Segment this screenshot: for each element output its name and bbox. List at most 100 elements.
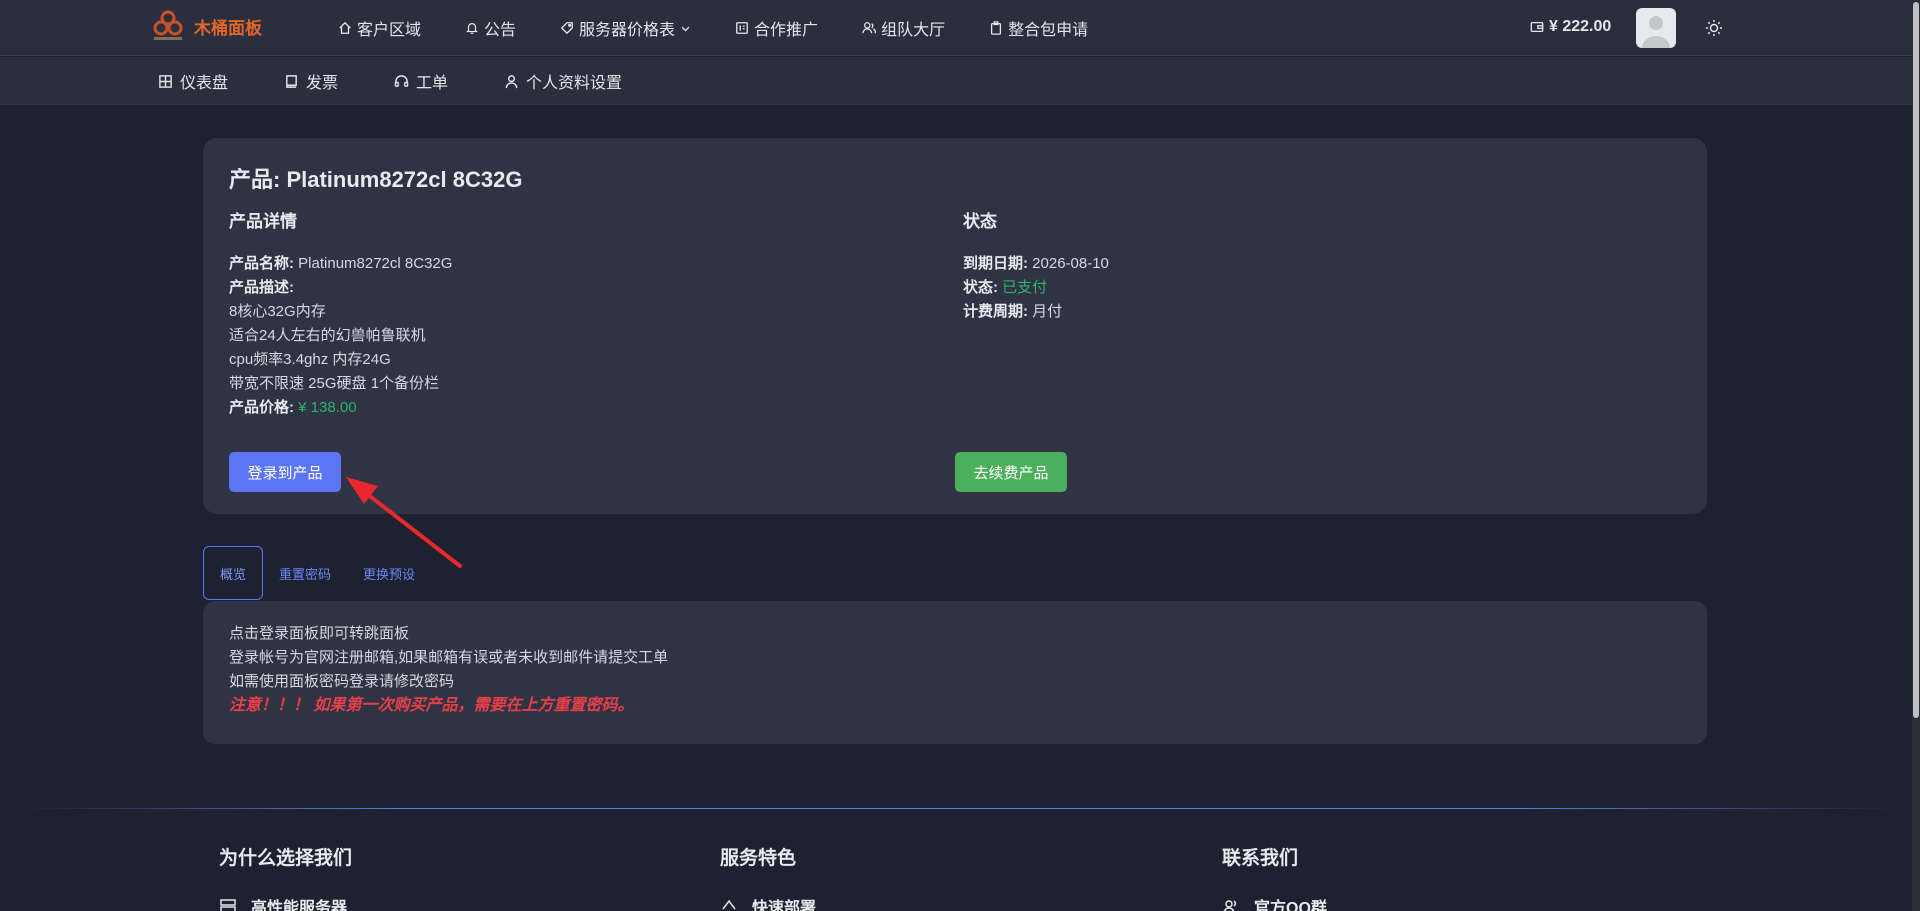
product-details: 产品详情 产品名称: Platinum8272cl 8C32G 产品描述: 8核… [229,210,789,420]
overview-line: 如需使用面板密码登录请修改密码 [229,673,455,690]
renew-product-button[interactable]: 去续费产品 [955,452,1067,492]
product-price-label: 产品价格: [229,399,294,416]
avatar[interactable] [1636,8,1676,48]
dashboard-icon [159,74,172,88]
server-icon [220,899,236,911]
scrollbar-thumb[interactable] [1913,2,1919,718]
footer-item-label: 快速部署 [752,900,817,911]
invoice-icon [286,74,297,88]
overview-line: 登录帐号为官网注册邮箱,如果邮箱有误或者未收到邮件请提交工单 [229,649,669,666]
footer-why-us: 为什么选择我们 高性能服务器 [219,843,352,911]
home-icon [339,21,351,34]
nav-item-label: 客户区域 [357,22,422,39]
product-desc-line: 带宽不限速 25G硬盘 1个备份栏 [229,375,440,392]
product-price-row: 产品价格: ¥ 138.00 [229,396,789,420]
nav-item-label: 组队大厅 [881,22,946,39]
secondary-navbar: 仪表盘 发票 工单 个人资料设置 [0,57,1912,105]
product-desc-line: cpu频率3.4ghz 内存24G [229,351,391,368]
nav-item-pricing[interactable]: 服务器价格表 [560,16,691,40]
chevron-down-icon [681,26,690,31]
wallet-icon [1530,21,1544,33]
footer-item: 官方QQ群 [1222,894,1327,911]
nav-item-announcements[interactable]: 公告 [465,16,516,40]
footer-item-label: 官方QQ群 [1254,900,1327,911]
users-icon [862,22,877,34]
billing-cycle-label: 计费周期: [963,303,1028,320]
footer-item: 高性能服务器 [219,894,352,911]
subnav-item-profile[interactable]: 个人资料设置 [504,69,622,93]
tab-change-preset[interactable]: 更换预设 [347,546,431,600]
nav-item-label: 合作推广 [754,22,819,39]
status-row: 状态: 已支付 [963,276,1563,300]
user-avatar-icon [1642,16,1670,48]
theme-toggle[interactable] [1705,19,1723,37]
product-status: 状态 到期日期: 2026-08-10 状态: 已支付 计费周期: 月付 [963,210,1563,324]
footer-heading: 联系我们 [1222,848,1299,869]
nav-item-modpack-apply[interactable]: 整合包申请 [989,16,1088,40]
nav-item-team-lobby[interactable]: 组队大厅 [862,16,945,40]
affiliate-icon [736,22,748,34]
expire-row: 到期日期: 2026-08-10 [963,252,1563,276]
expire-label: 到期日期: [963,255,1028,272]
footer-heading: 服务特色 [720,848,797,869]
subnav-item-invoices[interactable]: 发票 [284,69,338,93]
product-details-heading: 产品详情 [229,212,297,231]
tab-reset-password[interactable]: 重置密码 [263,546,347,600]
product-tabs: 概览 重置密码 更换预设 [203,546,431,600]
product-desc-line: 适合24人左右的幻兽帕鲁联机 [229,327,426,344]
tag-icon [560,22,573,35]
subnav-item-tickets[interactable]: 工单 [394,69,448,93]
status-heading: 状态 [963,212,997,231]
nav-item-label: 公告 [484,22,517,39]
bell-icon [466,22,478,34]
page-scrollbar[interactable] [1912,0,1920,911]
billing-cycle-value: 月付 [1028,303,1063,320]
footer-item-label: 高性能服务器 [251,900,348,911]
subnav-item-label: 工单 [416,75,449,92]
sun-icon [1706,20,1722,36]
product-name-value: Platinum8272cl 8C32G [294,255,453,272]
page-title: 产品: Platinum8272cl 8C32G [229,167,523,192]
product-price-value: ¥ 138.00 [294,399,357,416]
rocket-icon [722,899,736,910]
footer-heading: 为什么选择我们 [219,848,353,869]
subnav-item-label: 仪表盘 [180,75,229,92]
user-icon [505,74,518,88]
brand-name: 木桶面板 [194,18,262,38]
overview-line: 点击登录面板即可转跳面板 [229,625,410,642]
account-balance[interactable]: ¥ 222.00 [1530,18,1611,36]
footer-contact: 联系我们 官方QQ群 [1222,843,1327,911]
status-badge: 已支付 [998,279,1048,296]
footer-divider [20,808,1900,809]
footer-features: 服务特色 快速部署 [720,843,816,911]
nav-item-label: 服务器价格表 [579,22,676,39]
login-to-product-button[interactable]: 登录到产品 [229,452,341,492]
balance-amount: ¥ 222.00 [1549,18,1612,35]
nav-item-affiliate[interactable]: 合作推广 [735,16,818,40]
status-label: 状态: [963,279,998,296]
nav-item-label: 整合包申请 [1008,22,1089,39]
secondary-nav: 仪表盘 发票 工单 个人资料设置 [158,57,678,105]
subnav-item-label: 发票 [306,75,339,92]
headset-icon [394,74,409,87]
subnav-item-dashboard[interactable]: 仪表盘 [158,69,228,93]
expire-value: 2026-08-10 [1028,255,1109,272]
footer-item: 快速部署 [720,894,816,911]
brand-logo[interactable]: 木桶面板 [150,8,262,44]
nav-item-client-area[interactable]: 客户区域 [338,16,421,40]
product-name-row: 产品名称: Platinum8272cl 8C32G [229,252,789,276]
product-desc-line: 8核心32G内存 [229,303,326,320]
product-desc-row: 产品描述: [229,276,789,300]
product-desc-label: 产品描述: [229,279,294,296]
product-name-label: 产品名称: [229,255,294,272]
product-card: 产品: Platinum8272cl 8C32G 产品详情 产品名称: Plat… [203,138,1707,514]
barrel-logo-icon [150,8,186,44]
tab-overview[interactable]: 概览 [203,546,264,600]
users-icon [1223,900,1237,911]
clipboard-icon [991,21,1002,35]
main-nav: 客户区域 公告 服务器价格表 合作推广 组队大厅 整合包申请 [338,0,1132,56]
billing-cycle-row: 计费周期: 月付 [963,300,1563,324]
subnav-item-label: 个人资料设置 [526,75,623,92]
top-navbar: 木桶面板 客户区域 公告 服务器价格表 合作推广 组队大厅 整合包申请 ¥ 22… [0,0,1912,56]
overview-panel: 点击登录面板即可转跳面板 登录帐号为官网注册邮箱,如果邮箱有误或者未收到邮件请提… [203,601,1707,744]
